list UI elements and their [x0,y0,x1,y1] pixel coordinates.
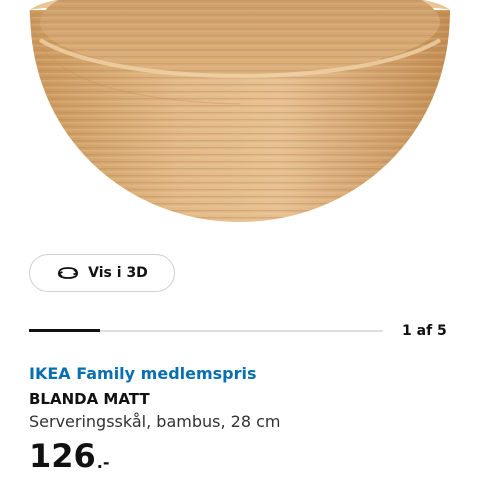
product-price: 126 .- [29,438,110,474]
product-name[interactable]: BLANDA MATT [29,390,150,408]
family-price-label: IKEA Family medlemspris [29,364,257,383]
product-description: Serveringsskål, bambus, 28 cm [29,412,281,431]
gallery-progress-fill [29,329,100,332]
bamboo-bowl-image [29,0,450,222]
gallery-progress-bar[interactable] [29,329,383,332]
price-suffix: .- [96,453,110,472]
gallery-page-indicator: 1 af 5 [402,323,447,339]
view-3d-button[interactable]: Vis i 3D [29,254,175,292]
price-main: 126 [29,437,96,475]
product-image[interactable] [0,0,480,240]
view-3d-label: Vis i 3D [88,265,148,281]
rotate-3d-icon [56,265,80,281]
